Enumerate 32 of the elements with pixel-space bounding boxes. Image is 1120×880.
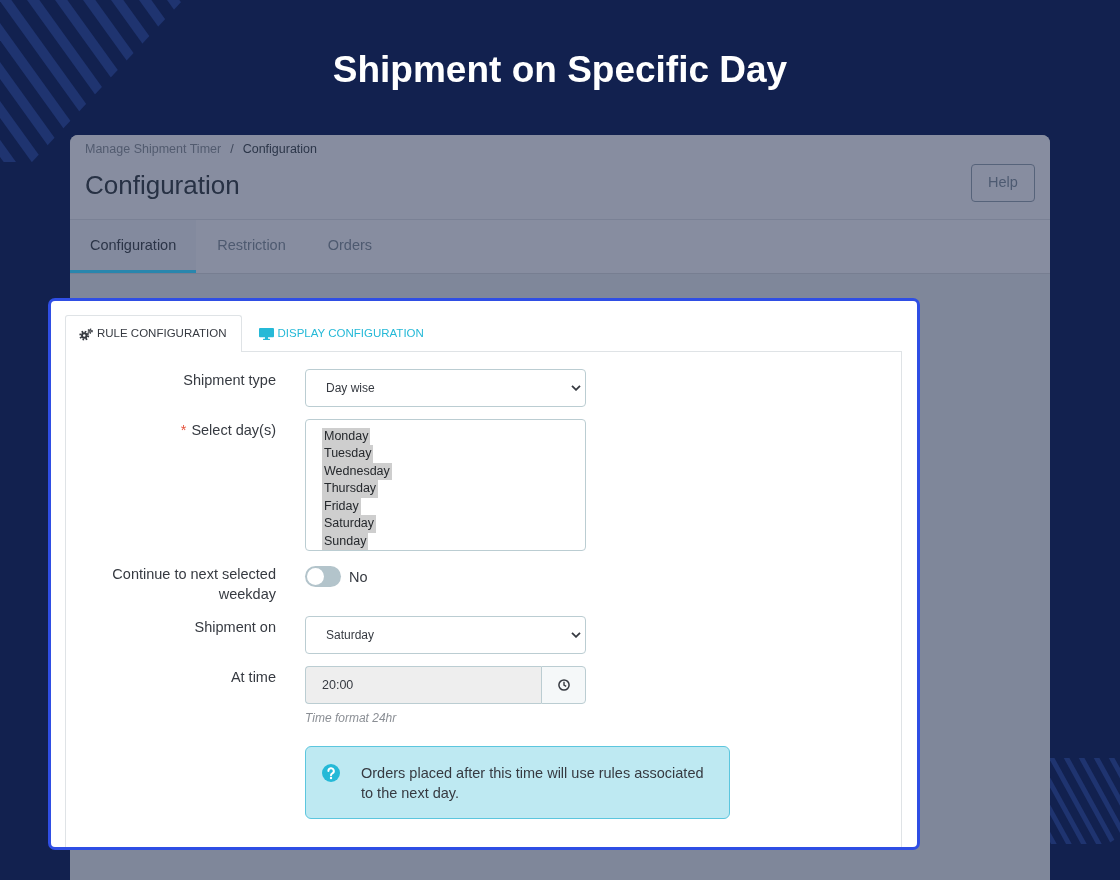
breadcrumb-current: Configuration [242,141,318,157]
config-tab[interactable]: RULE CONFIGURATION [65,315,242,352]
page-heading: Shipment on Specific Day [332,48,788,92]
question-circle-icon [322,764,340,782]
required-mark: * [180,422,187,438]
gears-icon [79,327,93,341]
dropdown-field[interactable]: Saturday [305,616,586,654]
field-label: Continue to next selected weekday [112,566,276,602]
dropdown-field[interactable]: Day wise [305,369,586,407]
field-label: Shipment type [183,372,276,388]
clock-icon [557,679,570,691]
page-tab[interactable]: Configuration [70,220,197,273]
page-title: Configuration [85,169,240,201]
listbox-option[interactable]: Monday [322,427,371,445]
alert-text: Orders placed after this time will use rules associated to the next day. [361,764,705,803]
breadcrumb-separator: / [230,141,234,157]
time-picker-button[interactable] [541,666,586,704]
help-text: Time format 24hr [305,711,397,725]
listbox-option[interactable]: Thursday [322,480,379,498]
listbox-field[interactable]: Monday Tuesday Wednesday Thursday Friday Saturday Sunday [305,419,586,551]
time-input[interactable]: 20:00 [305,666,541,704]
chevron-down-icon [571,632,581,638]
monitor-icon [258,328,274,340]
listbox-option[interactable]: Tuesday [322,445,374,463]
toggle-state-label: No [349,567,368,587]
field-label: Select day(s) [191,422,276,438]
chevron-down-icon [571,385,581,391]
field-label: At time [230,669,276,685]
listbox-option[interactable]: Wednesday [322,462,392,480]
toggle-switch[interactable] [305,566,341,587]
listbox-option[interactable]: Saturday [322,515,377,533]
field-label: Shipment on [194,619,276,635]
